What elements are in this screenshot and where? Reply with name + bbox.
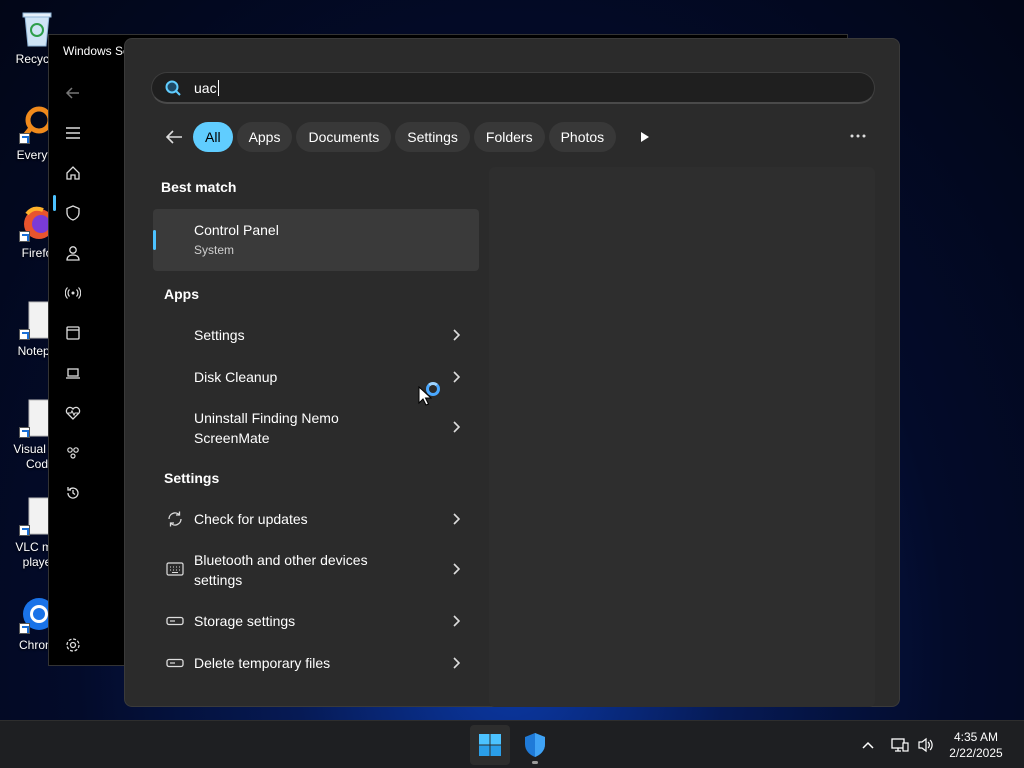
chevron-right-icon[interactable] bbox=[451, 512, 461, 526]
result-title: Bluetooth and other devices settings bbox=[194, 552, 368, 588]
chevron-up-icon bbox=[862, 741, 874, 749]
clock[interactable]: 4:35 AM 2/22/2025 bbox=[940, 729, 1012, 761]
best-match-heading: Best match bbox=[161, 179, 237, 195]
filter-bar: All Apps Documents Settings Folders Phot… bbox=[159, 121, 660, 153]
volume-icon[interactable] bbox=[914, 721, 938, 768]
back-arrow-icon bbox=[165, 130, 182, 144]
setting-result-storage-settings[interactable]: Storage settings bbox=[153, 600, 479, 642]
nav-selection-indicator bbox=[53, 195, 56, 211]
search-input[interactable]: uac bbox=[194, 80, 219, 96]
setting-result-bluetooth[interactable]: Bluetooth and other devices settings bbox=[153, 540, 479, 598]
start-button[interactable] bbox=[470, 725, 510, 765]
security-nav bbox=[49, 75, 97, 665]
menu-icon[interactable] bbox=[61, 121, 85, 145]
chevron-right-icon[interactable] bbox=[451, 420, 461, 434]
setting-result-delete-temporary-files[interactable]: Delete temporary files bbox=[153, 642, 479, 684]
search-icon bbox=[164, 79, 182, 97]
result-title: Settings bbox=[194, 327, 245, 343]
mouse-cursor-icon bbox=[418, 385, 433, 411]
back-icon[interactable] bbox=[61, 81, 85, 105]
filter-folders[interactable]: Folders bbox=[473, 122, 545, 152]
filter-documents[interactable]: Documents bbox=[296, 122, 392, 152]
search-box[interactable]: uac bbox=[151, 72, 875, 104]
refresh-icon bbox=[165, 509, 185, 529]
shield-icon bbox=[525, 733, 545, 757]
apps-heading: Apps bbox=[164, 286, 199, 302]
chevron-right-icon[interactable] bbox=[451, 656, 461, 670]
filter-photos[interactable]: Photos bbox=[548, 122, 617, 152]
text-caret bbox=[217, 80, 219, 96]
shield-icon[interactable] bbox=[61, 201, 85, 225]
running-indicator bbox=[532, 761, 538, 764]
home-icon[interactable] bbox=[61, 161, 85, 185]
app-result-settings[interactable]: Settings bbox=[153, 314, 479, 356]
network-icon[interactable] bbox=[888, 721, 912, 768]
play-icon bbox=[641, 132, 650, 142]
settings-heading: Settings bbox=[164, 470, 220, 486]
wifi-icon[interactable] bbox=[61, 281, 85, 305]
result-title: Delete temporary files bbox=[194, 655, 331, 671]
preview-pane bbox=[489, 167, 875, 707]
ellipsis-icon bbox=[850, 134, 866, 138]
filter-settings[interactable]: Settings bbox=[395, 122, 470, 152]
filter-apps[interactable]: Apps bbox=[236, 122, 293, 152]
more-options-button[interactable] bbox=[843, 121, 873, 151]
settings-icon[interactable] bbox=[61, 633, 85, 657]
search-query: uac bbox=[194, 80, 217, 96]
health-icon[interactable] bbox=[61, 401, 85, 425]
family-icon[interactable] bbox=[61, 441, 85, 465]
person-icon[interactable] bbox=[61, 241, 85, 265]
clock-date: 2/22/2025 bbox=[949, 746, 1003, 760]
storage-icon bbox=[165, 611, 185, 631]
clock-time: 4:35 AM bbox=[953, 730, 999, 744]
result-subtitle: System bbox=[194, 243, 235, 257]
result-title: Control Panel bbox=[194, 222, 279, 238]
setting-result-check-for-updates[interactable]: Check for updates bbox=[153, 498, 479, 540]
chevron-right-icon[interactable] bbox=[451, 328, 461, 342]
more-filters-button[interactable] bbox=[630, 122, 660, 152]
show-hidden-icons-button[interactable] bbox=[856, 721, 880, 768]
storage-icon bbox=[165, 653, 185, 673]
windows-logo-icon bbox=[479, 734, 501, 756]
back-button[interactable] bbox=[159, 122, 189, 152]
device-icon[interactable] bbox=[61, 361, 85, 385]
chevron-right-icon[interactable] bbox=[451, 614, 461, 628]
selection-indicator bbox=[153, 230, 156, 250]
result-title: Uninstall Finding Nemo ScreenMate bbox=[194, 410, 339, 446]
result-title: Storage settings bbox=[194, 613, 296, 629]
taskbar-windows-security[interactable] bbox=[515, 725, 555, 765]
app-browser-icon[interactable] bbox=[61, 321, 85, 345]
chevron-right-icon[interactable] bbox=[451, 370, 461, 384]
history-icon[interactable] bbox=[61, 481, 85, 505]
taskbar: 4:35 AM 2/22/2025 bbox=[0, 720, 1024, 768]
keyboard-icon bbox=[165, 559, 185, 579]
filter-all[interactable]: All bbox=[193, 122, 233, 152]
result-title: Disk Cleanup bbox=[194, 369, 278, 385]
best-match-control-panel[interactable]: Control Panel System bbox=[153, 209, 479, 271]
result-title: Check for updates bbox=[194, 511, 308, 527]
chevron-right-icon[interactable] bbox=[451, 562, 461, 576]
search-panel: uac All Apps Documents Settings Folders … bbox=[124, 38, 900, 707]
window-title: Windows Se bbox=[63, 44, 130, 58]
